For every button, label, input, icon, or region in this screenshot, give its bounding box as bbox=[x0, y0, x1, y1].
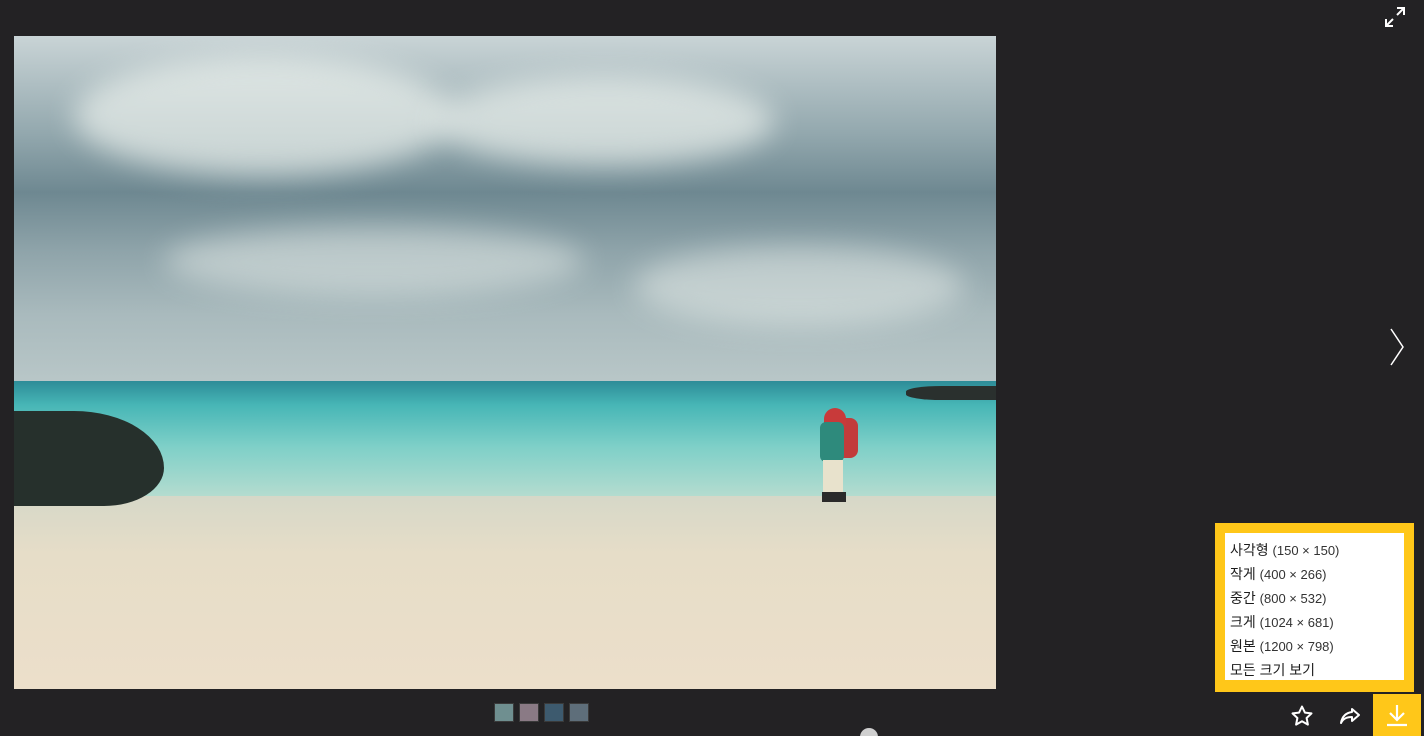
download-button[interactable] bbox=[1373, 694, 1421, 736]
menu-item-label: 중간 bbox=[1230, 590, 1256, 606]
menu-item-label: 작게 bbox=[1230, 566, 1256, 582]
menu-item-label: 사각형 bbox=[1230, 542, 1269, 558]
fullscreen-button[interactable] bbox=[1380, 4, 1410, 30]
share-icon bbox=[1340, 708, 1360, 724]
download-size-medium[interactable]: 중간 (800 × 532) bbox=[1230, 586, 1404, 610]
photo-cloud bbox=[634, 246, 964, 326]
favorite-button[interactable] bbox=[1286, 700, 1318, 732]
download-size-large[interactable]: 크게 (1024 × 681) bbox=[1230, 610, 1404, 634]
photo-cloud bbox=[74, 56, 454, 176]
photo-figure bbox=[820, 408, 860, 503]
thumbnail[interactable] bbox=[544, 703, 564, 722]
thumbnail[interactable] bbox=[569, 703, 589, 722]
photo-rocks bbox=[906, 386, 996, 400]
download-icon bbox=[1387, 705, 1407, 727]
menu-item-label: 원본 bbox=[1230, 638, 1256, 654]
star-icon bbox=[1291, 705, 1313, 726]
photo-viewer: 사각형 (150 × 150) 작게 (400 × 266) 중간 (800 ×… bbox=[0, 0, 1424, 736]
download-size-square[interactable]: 사각형 (150 × 150) bbox=[1230, 538, 1404, 562]
download-size-small[interactable]: 작게 (400 × 266) bbox=[1230, 562, 1404, 586]
download-size-list: 사각형 (150 × 150) 작게 (400 × 266) 중간 (800 ×… bbox=[1225, 533, 1404, 680]
fullscreen-icon bbox=[1385, 7, 1405, 27]
menu-item-dimensions: (150 × 150) bbox=[1272, 543, 1340, 558]
thumbnail[interactable] bbox=[519, 703, 539, 722]
scroll-handle[interactable] bbox=[860, 728, 878, 736]
share-button[interactable] bbox=[1334, 700, 1366, 732]
menu-item-dimensions: (400 × 266) bbox=[1259, 567, 1327, 582]
menu-item-label: 모든 크기 보기 bbox=[1230, 662, 1316, 678]
menu-item-dimensions: (1200 × 798) bbox=[1259, 639, 1334, 654]
thumbnail-strip bbox=[494, 703, 589, 722]
menu-item-label: 크게 bbox=[1230, 614, 1256, 630]
chevron-right-icon bbox=[1390, 328, 1404, 366]
download-size-original[interactable]: 원본 (1200 × 798) bbox=[1230, 634, 1404, 658]
menu-item-dimensions: (800 × 532) bbox=[1259, 591, 1327, 606]
photo-cloud bbox=[164, 226, 584, 296]
next-photo-button[interactable] bbox=[1384, 325, 1410, 369]
main-photo bbox=[14, 36, 996, 689]
photo-sand bbox=[14, 496, 996, 689]
photo-cloud bbox=[434, 76, 774, 166]
thumbnail[interactable] bbox=[494, 703, 514, 722]
menu-item-dimensions: (1024 × 681) bbox=[1259, 615, 1334, 630]
download-size-menu: 사각형 (150 × 150) 작게 (400 × 266) 중간 (800 ×… bbox=[1215, 523, 1414, 692]
view-all-sizes-link[interactable]: 모든 크기 보기 bbox=[1230, 658, 1404, 682]
